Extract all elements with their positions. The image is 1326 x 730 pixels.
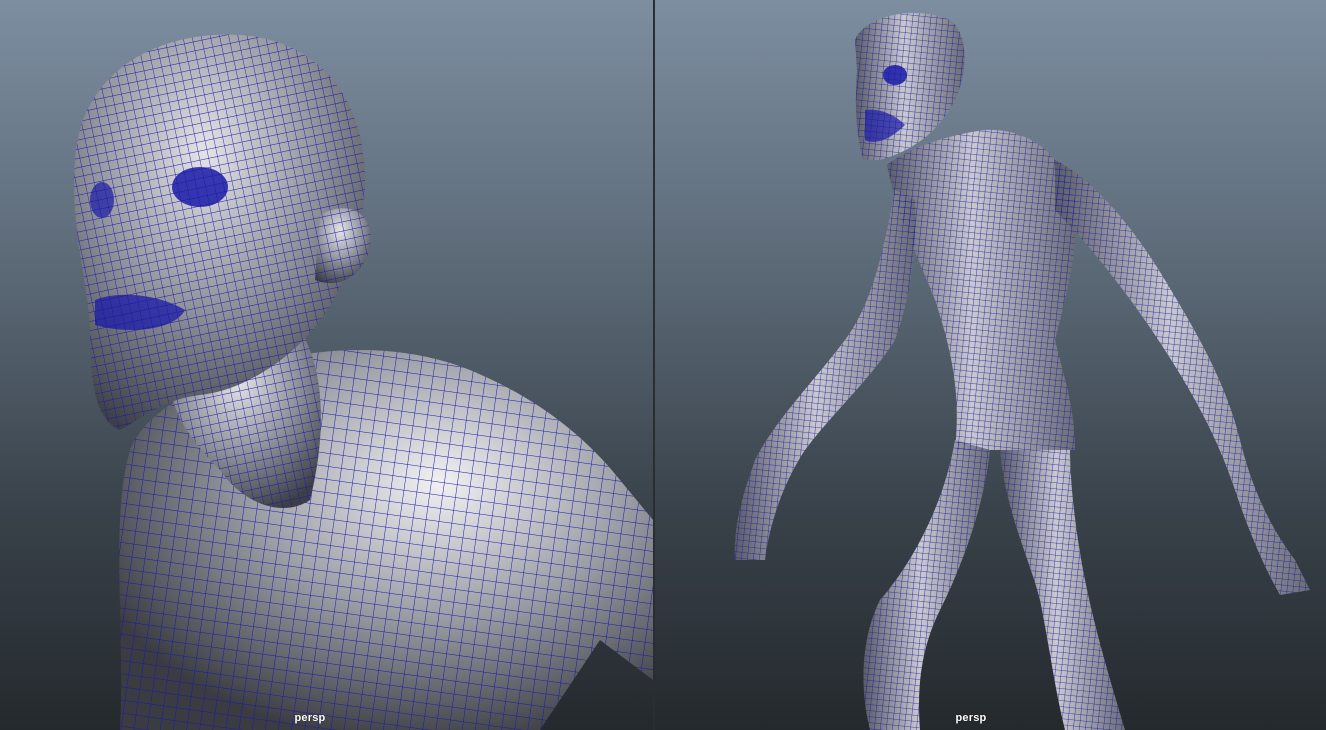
mesh-closeup: [74, 34, 653, 730]
viewport-panel-area: persp persp: [0, 0, 1326, 730]
viewport-right[interactable]: persp: [655, 0, 1326, 730]
camera-label: persp: [294, 712, 326, 724]
viewport-left[interactable]: persp: [0, 0, 653, 730]
mesh-fullbody: [734, 12, 1310, 730]
body-wireframe: [734, 12, 1310, 730]
camera-label: persp: [955, 712, 987, 724]
